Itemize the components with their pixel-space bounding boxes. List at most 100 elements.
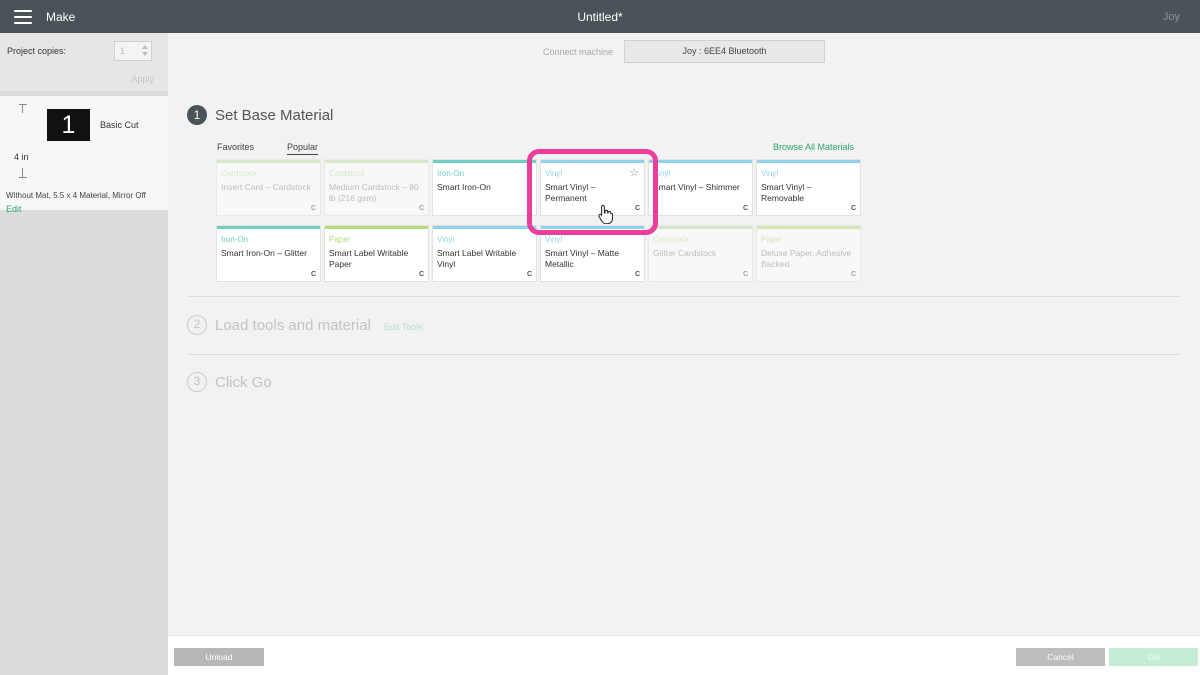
- step-number-badge: 1: [187, 105, 207, 125]
- category-color-bar: [541, 160, 644, 163]
- brand-logo-icon: C: [634, 271, 640, 278]
- step-title: Click Go: [215, 373, 272, 391]
- document-title: Untitled*: [577, 10, 623, 24]
- category-color-bar: [217, 226, 320, 229]
- brand-logo-icon: C: [526, 271, 532, 278]
- material-name: Smart Vinyl – Permanent: [545, 182, 596, 203]
- category-color-bar: [433, 226, 536, 229]
- brand-logo-icon: C: [310, 271, 316, 278]
- cut-type-label: Basic Cut: [100, 120, 139, 130]
- material-category: Cardstock: [653, 235, 690, 244]
- material-grid: Cardstock Insert Card – Cardstock C Cardst…: [216, 159, 866, 282]
- edit-tools-link[interactable]: Edit Tools: [384, 322, 423, 332]
- brand-logo-icon: C: [526, 205, 532, 212]
- step-title: Set Base Material: [215, 106, 334, 124]
- brand-logo-icon: C: [418, 271, 424, 278]
- mat-thumbnail[interactable]: 1: [47, 109, 90, 141]
- section-divider: [187, 354, 1180, 355]
- mat-preview-card[interactable]: 4 in 1 Basic Cut Without Mat, 5.5 x 4 Ma…: [0, 96, 168, 214]
- step-click-go: 3 Click Go: [187, 372, 272, 392]
- material-category: Vinyl: [653, 169, 671, 178]
- browse-all-materials-link[interactable]: Browse All Materials: [773, 142, 854, 152]
- stepper-up-icon[interactable]: [142, 45, 148, 49]
- mat-info: Without Mat, 5.5 x 4 Material, Mirror Of…: [6, 191, 146, 200]
- material-category: Vinyl: [437, 235, 455, 244]
- step-number-badge: 3: [187, 372, 207, 392]
- category-color-bar: [325, 226, 428, 229]
- go-button[interactable]: Go: [1109, 648, 1198, 666]
- tab-favorites[interactable]: Favorites: [217, 142, 254, 154]
- material-name: Insert Card – Cardstock: [221, 182, 311, 192]
- material-category: Iron-On: [221, 235, 249, 244]
- material-card[interactable]: Cardstock Medium Cardstock – 80 lb (216 g…: [324, 159, 429, 216]
- connect-machine-label: Connect machine: [543, 47, 614, 57]
- category-color-bar: [541, 226, 644, 229]
- material-card[interactable]: Vinyl Smart Label Writable Vinyl C: [432, 225, 537, 282]
- cancel-button[interactable]: Cancel: [1016, 648, 1105, 666]
- step-title: Load tools and material: [215, 316, 371, 334]
- project-copies-panel: Project copies: 1 Apply: [0, 33, 168, 91]
- machine-name: Joy: [1162, 11, 1180, 23]
- material-name: Deluxe Paper, Adhesive Backed: [761, 248, 852, 269]
- category-color-bar: [649, 160, 752, 163]
- edit-mat-link[interactable]: Edit: [6, 204, 22, 214]
- material-name: Smart Iron-On: [437, 182, 491, 192]
- material-card-selected[interactable]: Vinyl Smart Vinyl – Permanent ☆ C: [540, 159, 645, 216]
- category-color-bar: [217, 160, 320, 163]
- section-divider: [187, 296, 1180, 297]
- material-name: Glitter Cardstock: [653, 248, 717, 258]
- material-category: Cardstock: [221, 169, 258, 178]
- material-name: Smart Label Writable Vinyl: [437, 248, 517, 269]
- material-category: Paper: [329, 235, 351, 244]
- material-card[interactable]: Cardstock Insert Card – Cardstock C: [216, 159, 321, 216]
- category-color-bar: [649, 226, 752, 229]
- sidebar: Project copies: 1 Apply 4 in 1 Basic Cut…: [0, 33, 168, 635]
- material-category: Iron-On: [437, 169, 465, 178]
- hand-pointer-icon: [598, 204, 613, 224]
- brand-logo-icon: C: [850, 205, 856, 212]
- material-card[interactable]: Paper Deluxe Paper, Adhesive Backed C: [756, 225, 861, 282]
- material-name: Smart Vinyl – Matte Metallic: [545, 248, 620, 269]
- dimension-bottom-icon: [19, 168, 27, 178]
- copies-stepper[interactable]: [141, 44, 149, 58]
- category-color-bar: [325, 160, 428, 163]
- material-name: Medium Cardstock – 80 lb (216 gsm): [329, 182, 419, 203]
- material-name: Smart Vinyl – Shimmer: [653, 182, 740, 192]
- brand-logo-icon: C: [634, 205, 640, 212]
- material-name: Smart Iron-On – Glitter: [221, 248, 307, 258]
- material-card[interactable]: Vinyl Smart Vinyl – Removable C: [756, 159, 861, 216]
- step-set-base-material: 1 Set Base Material: [187, 105, 333, 125]
- unload-button[interactable]: Unload: [174, 648, 264, 666]
- material-card[interactable]: Iron-On Smart Iron-On – Glitter C: [216, 225, 321, 282]
- material-card[interactable]: Cardstock Glitter Cardstock C: [648, 225, 753, 282]
- material-category: Paper: [761, 235, 783, 244]
- material-name: Smart Label Writable Paper: [329, 248, 409, 269]
- material-card[interactable]: Paper Smart Label Writable Paper C: [324, 225, 429, 282]
- apply-button[interactable]: Apply: [131, 74, 154, 84]
- step-number-badge: 2: [187, 315, 207, 335]
- brand-logo-icon: C: [418, 205, 424, 212]
- material-category: Vinyl: [545, 235, 563, 244]
- material-name: Smart Vinyl – Removable: [761, 182, 812, 203]
- project-copies-input[interactable]: 1: [114, 41, 152, 61]
- top-bar: Make Untitled* Joy: [0, 0, 1200, 33]
- stepper-down-icon[interactable]: [142, 52, 148, 56]
- brand-logo-icon: C: [310, 205, 316, 212]
- material-card[interactable]: Vinyl Smart Vinyl – Matte Metallic C: [540, 225, 645, 282]
- favorite-star-icon[interactable]: ☆: [629, 166, 639, 179]
- category-color-bar: [757, 160, 860, 163]
- connect-machine-button[interactable]: Joy : 6EE4 Bluetooth: [624, 40, 825, 63]
- project-copies-value: 1: [120, 46, 126, 56]
- brand-logo-icon: C: [742, 271, 748, 278]
- brand-logo-icon: C: [850, 271, 856, 278]
- material-card[interactable]: Iron-On Smart Iron-On C: [432, 159, 537, 216]
- project-copies-label: Project copies:: [7, 46, 67, 56]
- tab-popular[interactable]: Popular: [287, 142, 319, 155]
- footer-bar: Unload Cancel Go: [168, 635, 1200, 675]
- mat-dimension: 4 in: [14, 152, 29, 162]
- brand-logo-icon: C: [742, 205, 748, 212]
- material-category: Cardstock: [329, 169, 366, 178]
- sidebar-footer: [0, 635, 168, 675]
- dimension-top-icon: [19, 104, 27, 113]
- material-card[interactable]: Vinyl Smart Vinyl – Shimmer C: [648, 159, 753, 216]
